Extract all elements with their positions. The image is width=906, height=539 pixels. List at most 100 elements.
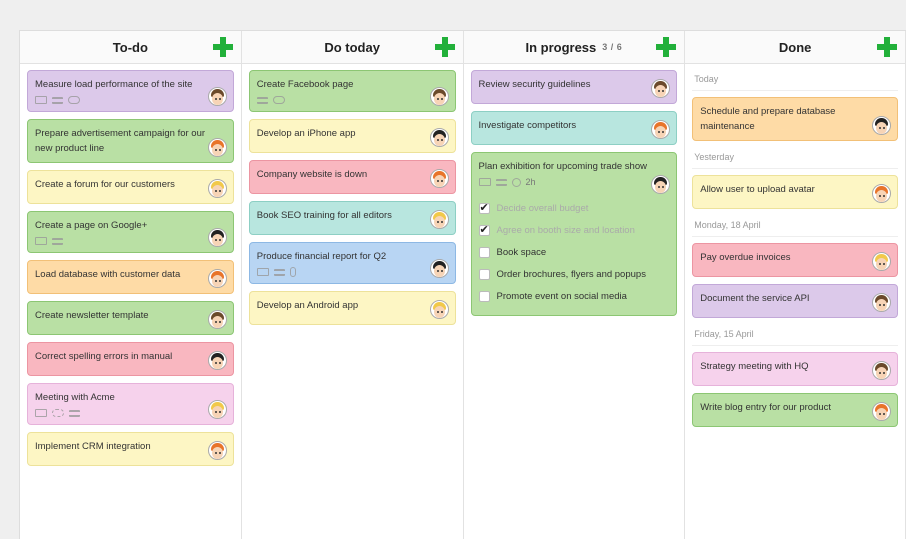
task-card[interactable]: Pay overdue invoices (692, 243, 898, 277)
task-card[interactable]: Allow user to upload avatar (692, 175, 898, 209)
task-title: Allow user to upload avatar (700, 184, 815, 195)
checkbox[interactable] (478, 223, 490, 236)
checklist-item-label: Order brochures, flyers and popups (496, 268, 646, 280)
task-card-expanded[interactable]: Plan exhibition for upcoming trade show 2… (470, 152, 678, 316)
date-group-label: Today (692, 70, 898, 91)
task-card[interactable]: Schedule and prepare database maintenanc… (692, 97, 898, 141)
avatar-eye (218, 362, 221, 364)
task-title: Create a forum for our customers (35, 179, 175, 190)
add-card-button[interactable] (877, 37, 897, 57)
avatar-eye (218, 411, 221, 413)
avatar-eye (214, 190, 217, 192)
task-title: Develop an Android app (256, 300, 359, 311)
task-card[interactable]: Measure load performance of the site (27, 70, 234, 112)
task-card[interactable]: Prepare advertisement campaign for our n… (27, 119, 234, 163)
avatar-eye (214, 239, 217, 241)
checkbox[interactable] (478, 268, 490, 280)
task-card[interactable]: Book SEO training for all editors (248, 201, 456, 235)
task-title: Plan exhibition for upcoming trade show (478, 161, 647, 172)
avatar-face (211, 406, 223, 418)
checklist-item[interactable]: Decide overall budget (478, 197, 651, 219)
comment-icon (68, 96, 80, 104)
column-header: To-do (20, 31, 241, 64)
task-card[interactable]: Load database with customer data (27, 260, 234, 294)
avatar-eye (436, 98, 439, 100)
avatar (207, 138, 227, 157)
checklist-item[interactable]: Agree on booth size and location (478, 219, 651, 241)
task-card[interactable]: Create newsletter template (27, 301, 234, 335)
checklist: Decide overall budget Agree on booth size… (478, 197, 651, 307)
task-title: Implement CRM integration (35, 441, 151, 452)
add-card-button[interactable] (212, 37, 233, 57)
checkbox[interactable] (478, 290, 490, 302)
task-card[interactable]: Correct spelling errors in manual (27, 342, 234, 376)
add-card-button[interactable] (656, 37, 677, 57)
task-card[interactable]: Meeting with Acme (27, 383, 234, 425)
avatar-face (433, 134, 445, 146)
checklist-item[interactable]: Promote event on social media (478, 285, 651, 307)
avatar-face (876, 122, 887, 134)
task-card[interactable]: Investigate competitors (470, 111, 678, 145)
checklist-icon (52, 96, 63, 104)
avatar (651, 175, 671, 194)
clock-icon (511, 177, 521, 187)
task-title: Develop an iPhone app (256, 128, 356, 139)
avatar-eye (218, 321, 221, 323)
avatar (207, 400, 227, 419)
task-card[interactable]: Produce financial report for Q2 (248, 242, 456, 284)
avatar-eye (218, 98, 221, 100)
task-card[interactable]: Company website is down (248, 160, 456, 194)
task-card[interactable]: Develop an iPhone app (248, 119, 456, 153)
avatar-eye (214, 149, 217, 151)
wip-count: 3 / 6 (602, 42, 623, 52)
checklist-item-label: Agree on booth size and location (496, 224, 635, 236)
note-icon (35, 237, 47, 245)
avatar-eye (440, 311, 443, 313)
avatar (429, 210, 449, 229)
avatar-face (655, 181, 667, 193)
column-do-today: Do today Create Facebook page Develop an … (241, 31, 464, 539)
avatar-eye (436, 311, 439, 313)
avatar-eye (218, 452, 221, 454)
avatar-face (211, 144, 223, 156)
repeat-icon (52, 409, 64, 417)
avatar (872, 252, 891, 271)
avatar-face (433, 175, 445, 187)
avatar (429, 259, 449, 278)
task-card[interactable]: Implement CRM integration (27, 432, 234, 466)
date-group-label: Monday, 18 April (692, 216, 898, 237)
avatar-eye (879, 127, 881, 129)
task-card[interactable]: Document the service API (692, 284, 898, 318)
checklist-item[interactable]: Book space (478, 241, 651, 263)
avatar (429, 300, 449, 319)
add-card-button[interactable] (434, 37, 455, 57)
task-card[interactable]: Create a forum for our customers (27, 170, 234, 204)
task-card[interactable]: Strategy meeting with HQ (692, 352, 898, 386)
avatar (207, 310, 227, 329)
task-card[interactable]: Review security guidelines (470, 70, 678, 104)
checkbox[interactable] (478, 201, 490, 214)
checklist-icon (69, 409, 80, 417)
checklist-icon (256, 96, 268, 104)
task-card[interactable]: Write blog entry for our product (692, 393, 898, 427)
note-icon (35, 409, 47, 417)
task-card[interactable]: Create Facebook page (248, 70, 456, 112)
checkbox[interactable] (478, 246, 490, 258)
avatar-eye (214, 362, 217, 364)
avatar-eye (883, 413, 885, 415)
avatar-eye (436, 180, 439, 182)
checklist-item[interactable]: Order brochures, flyers and popups (478, 263, 651, 285)
column-header: Done (685, 31, 905, 64)
column-title: Done (778, 39, 812, 55)
task-title: Pay overdue invoices (700, 252, 791, 263)
task-title: Create newsletter template (35, 310, 149, 321)
avatar-face (655, 126, 667, 138)
column-header: In progress 3 / 6 (463, 31, 685, 64)
task-title: Strategy meeting with HQ (700, 361, 809, 372)
avatar (207, 87, 227, 106)
task-meta (256, 95, 429, 105)
task-card[interactable]: Create a page on Google+ (27, 211, 234, 253)
avatar-face (876, 408, 887, 420)
checklist-icon (273, 268, 285, 276)
task-card[interactable]: Develop an Android app (248, 291, 456, 325)
